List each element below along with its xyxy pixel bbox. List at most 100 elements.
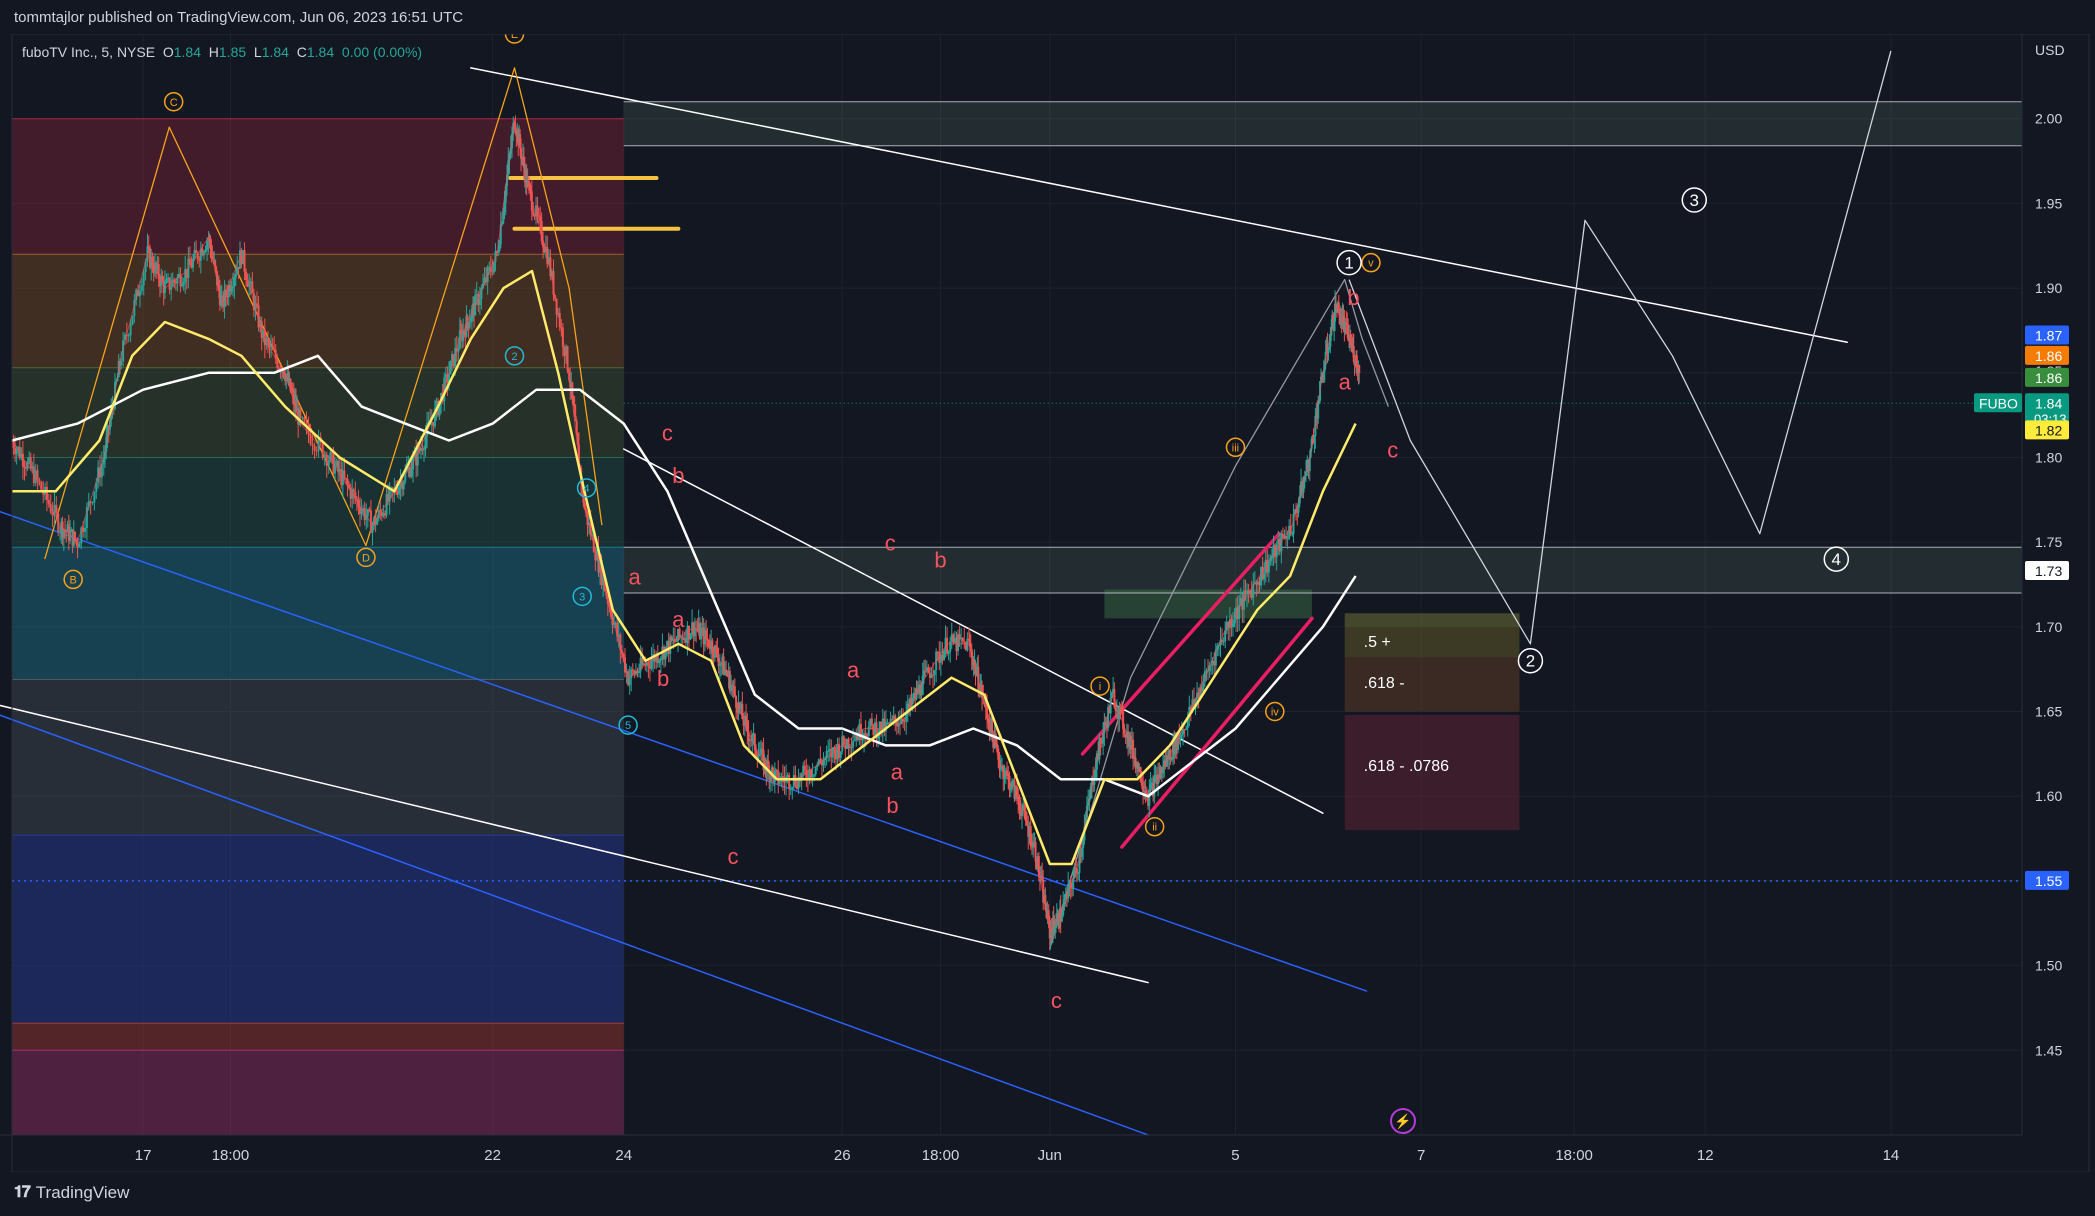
- symbol-legend: fuboTV Inc., 5, NYSE O1.84 H1.85 L1.84 C…: [22, 44, 422, 60]
- candle-body: [949, 641, 952, 652]
- price-tag-label: 1.86: [2035, 370, 2062, 386]
- wave-count-text: 4: [584, 483, 590, 495]
- candle-body: [693, 628, 696, 637]
- candle-body: [528, 180, 531, 186]
- fib-band: [12, 1050, 624, 1135]
- wave-count-text: C: [170, 97, 178, 109]
- candle-body: [803, 765, 806, 770]
- candle-body: [1077, 872, 1080, 874]
- symbol-tag-label: FUBO: [1979, 395, 2018, 411]
- candle-body: [62, 530, 65, 538]
- legend-h-label: H: [208, 44, 219, 60]
- candle-body: [323, 454, 326, 458]
- candle-body: [1222, 641, 1225, 643]
- wave-count-text: iii: [1232, 442, 1239, 454]
- candle-body: [537, 215, 540, 217]
- candle-body: [23, 466, 26, 468]
- candle-body: [78, 543, 81, 548]
- candle-body: [631, 669, 634, 672]
- candle-body: [271, 345, 274, 350]
- candle-body: [352, 489, 355, 493]
- candle-body: [93, 491, 96, 503]
- y-tick-label: 1.45: [2035, 1042, 2062, 1058]
- candle-body: [933, 670, 936, 675]
- candle-body: [1006, 770, 1009, 774]
- candle-body: [833, 747, 836, 751]
- candle-body: [1023, 804, 1026, 811]
- candle-body: [368, 509, 371, 511]
- x-tick-label: 26: [834, 1147, 851, 1164]
- candle-body: [129, 324, 132, 336]
- x-tick-label: 17: [135, 1147, 152, 1164]
- y-tick-label: 1.60: [2035, 788, 2062, 804]
- wave-count-text: i: [1099, 681, 1101, 693]
- fib-band: [12, 547, 624, 680]
- wave-count-text: 5: [625, 720, 631, 732]
- wave-label: b: [886, 793, 898, 818]
- candle-body: [457, 348, 460, 352]
- candle-body: [498, 244, 501, 252]
- candle-body: [230, 287, 233, 292]
- candle-body: [947, 651, 950, 654]
- candle-body: [410, 469, 413, 477]
- x-tick-label: 12: [1697, 1147, 1714, 1164]
- y-tick-label: 1.75: [2035, 534, 2062, 550]
- price-zone: [1344, 613, 1520, 627]
- brand[interactable]: 𝟏𝟕 TradingView: [14, 1183, 129, 1203]
- wave-label: c: [885, 531, 896, 556]
- candle-body: [202, 251, 205, 256]
- candle-body: [1009, 788, 1012, 791]
- fib-label: .618 -: [1364, 675, 1405, 692]
- candle-body: [305, 422, 308, 424]
- candle-body: [195, 249, 198, 253]
- wave-label: b: [672, 463, 684, 488]
- price-chart[interactable]: cbaabcacbabcbaciiiiiiivvCBDE43521234.5 +…: [0, 0, 2095, 1216]
- candle-body: [529, 185, 532, 192]
- fib-label: .5 +: [1364, 634, 1391, 651]
- wave-count-text: v: [1368, 258, 1374, 270]
- candle-body: [689, 634, 692, 640]
- legend-high: 1.85: [218, 44, 247, 60]
- candle-body: [814, 766, 817, 775]
- candle-body: [301, 417, 304, 419]
- price-tag-label: 1.86: [2035, 348, 2062, 364]
- x-tick-label: 18:00: [212, 1147, 250, 1164]
- candle-body: [1060, 915, 1063, 922]
- x-tick-label: 24: [615, 1147, 632, 1164]
- wave-label: b: [934, 548, 946, 573]
- candle-body: [852, 741, 855, 748]
- wave-count-text: 2: [511, 351, 517, 363]
- candle-body: [1291, 533, 1294, 535]
- candle-body: [902, 718, 905, 721]
- candle-body: [36, 470, 39, 480]
- candle-body: [761, 748, 764, 751]
- legend-c-label: C: [296, 44, 307, 60]
- candle-body: [999, 767, 1002, 770]
- candle-body: [327, 460, 330, 466]
- candle-body: [1114, 707, 1117, 711]
- candle-body: [311, 443, 314, 446]
- candle-body: [920, 694, 923, 696]
- wave-label: b: [657, 666, 669, 691]
- candle-body: [468, 322, 471, 328]
- wave-label: a: [891, 759, 904, 784]
- candle-body: [891, 718, 894, 720]
- candle-body: [924, 670, 927, 672]
- candle-body: [82, 527, 85, 532]
- y-tick-label: 1.65: [2035, 704, 2062, 720]
- publish-header: tommtajlor published on TradingView.com,…: [0, 0, 2095, 34]
- lightning-icon[interactable]: ⚡: [1390, 1108, 1416, 1134]
- candle-body: [15, 449, 18, 454]
- wave-label: a: [1339, 370, 1352, 395]
- candle-body: [233, 277, 236, 287]
- candle-body: [422, 449, 425, 451]
- candle-body: [755, 750, 758, 755]
- candle-body: [165, 279, 168, 283]
- price-zone: [623, 547, 2022, 593]
- candle-body: [1170, 759, 1173, 761]
- candle-body: [788, 775, 791, 789]
- candle-body: [346, 478, 349, 485]
- candle-body: [256, 303, 259, 306]
- candle-body: [59, 531, 62, 533]
- candle-body: [1327, 349, 1330, 353]
